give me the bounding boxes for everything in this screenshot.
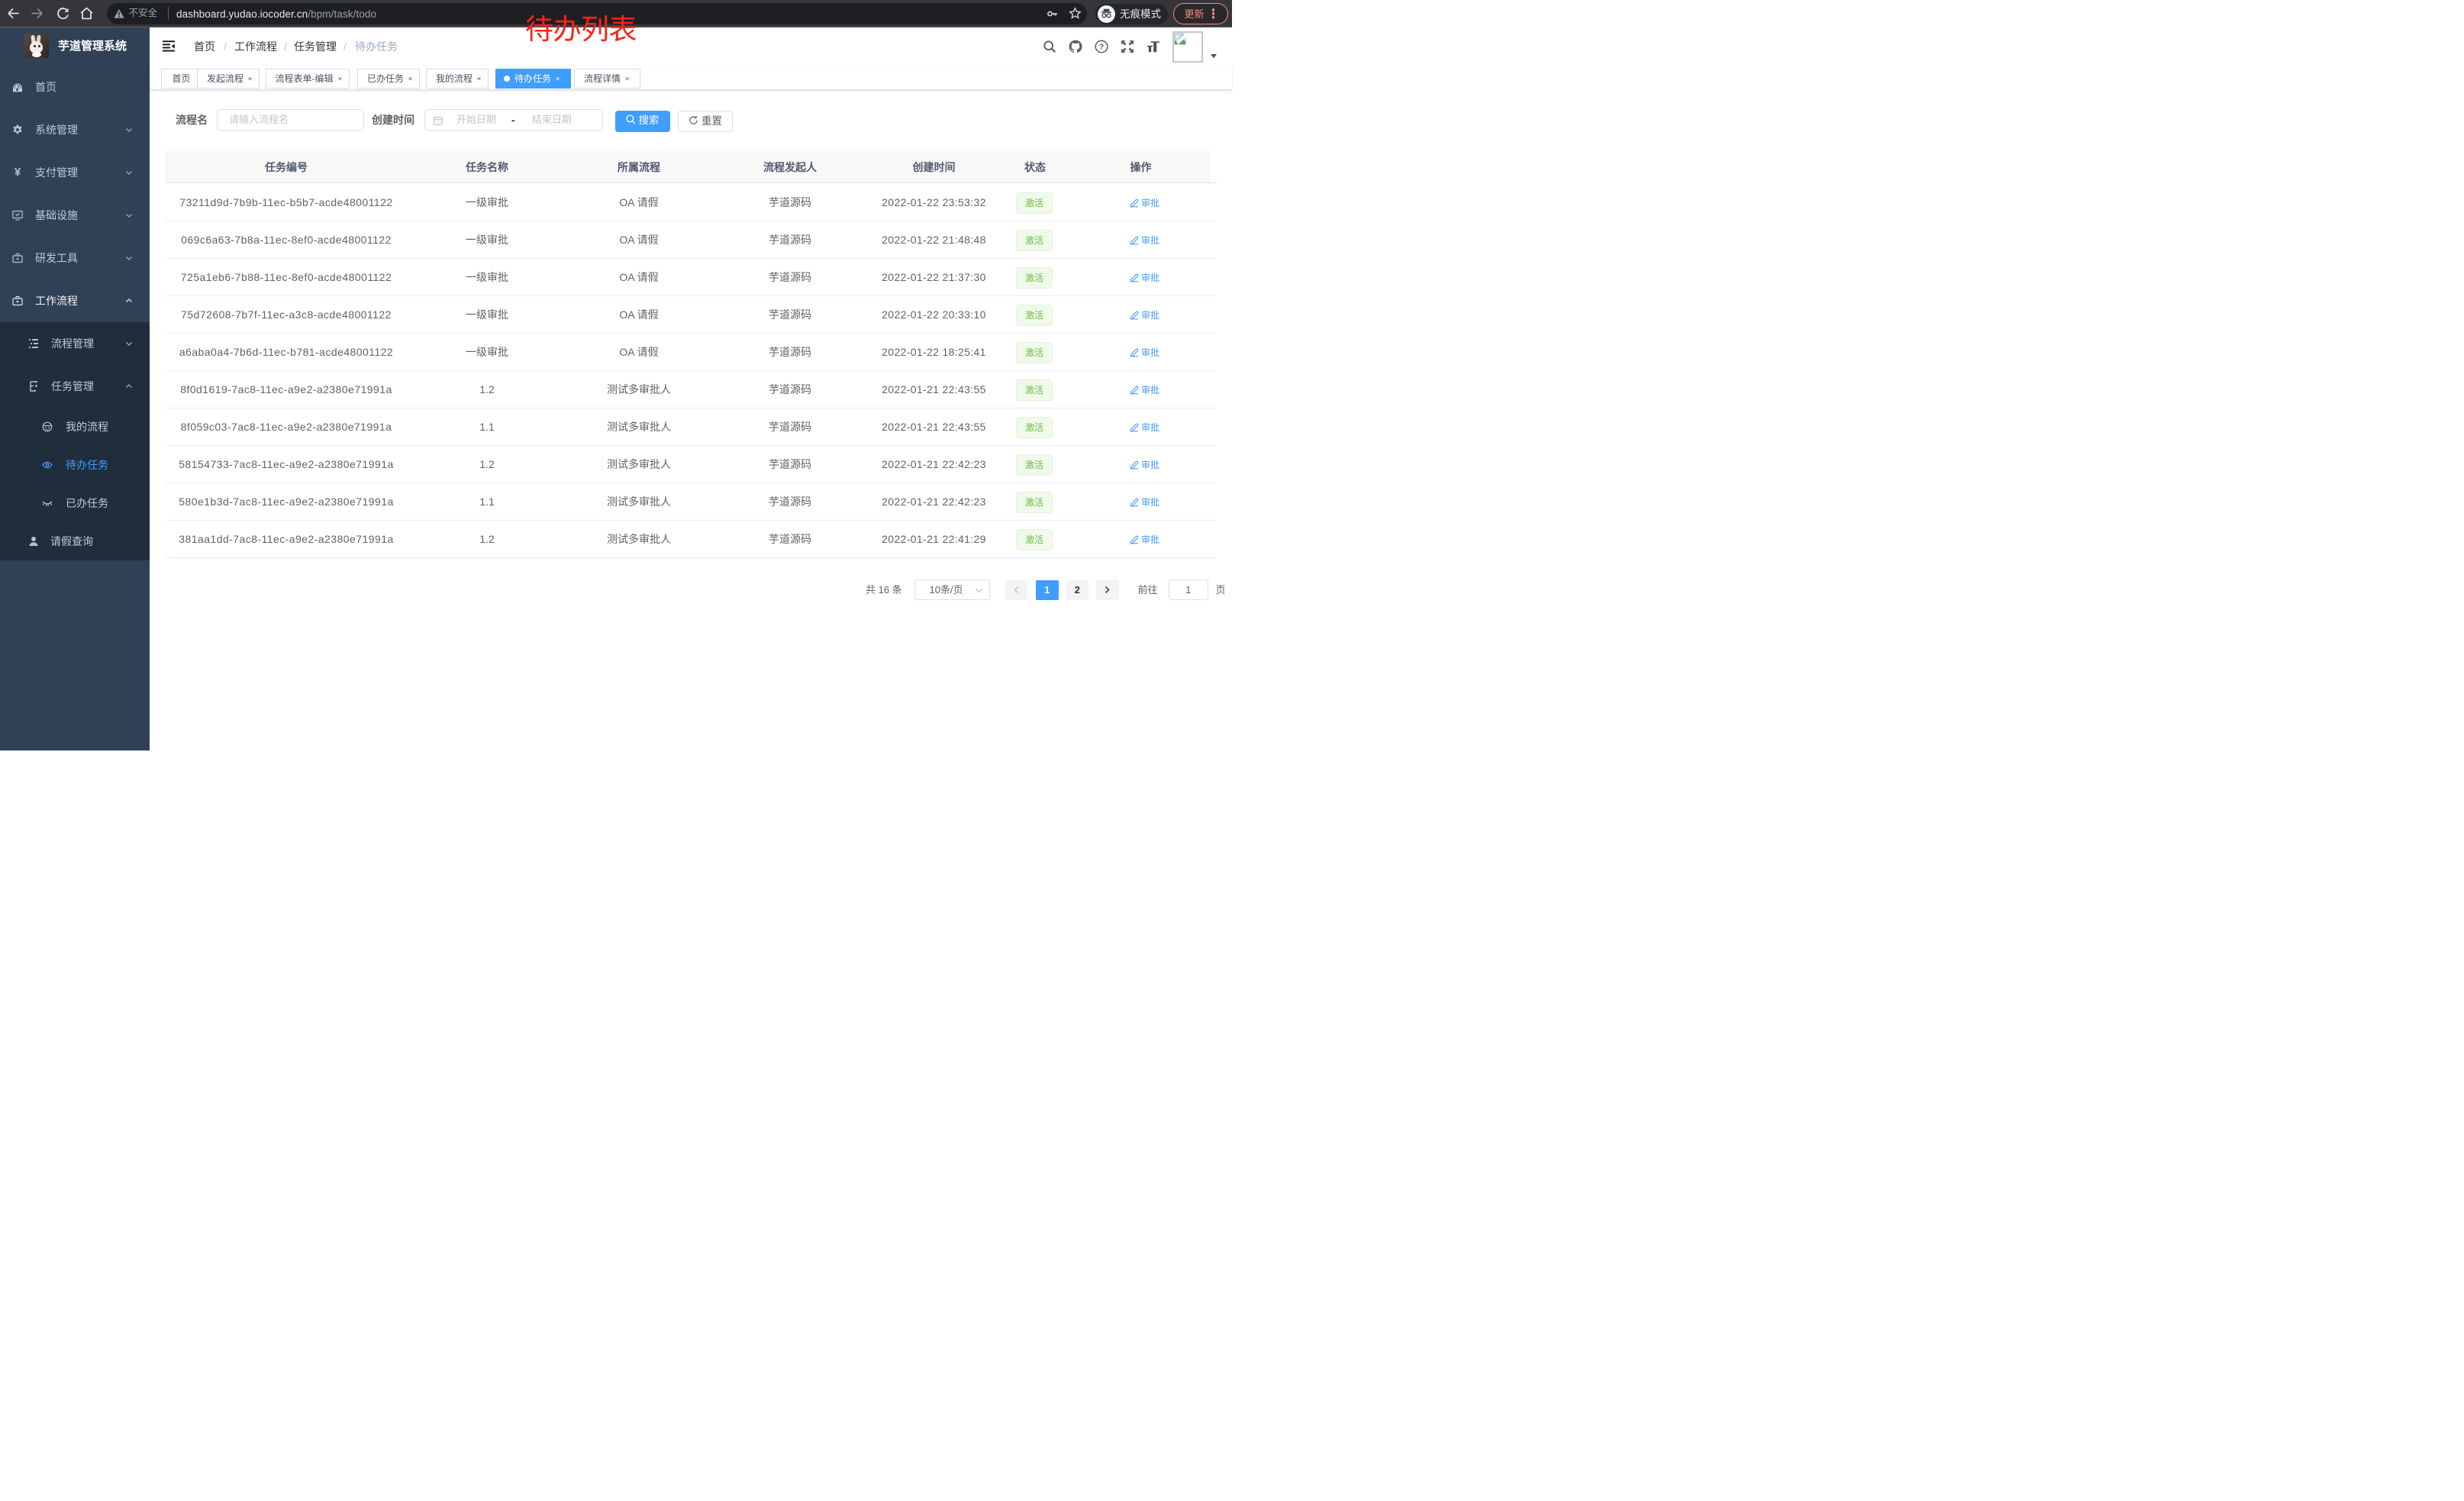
- svg-text:?: ?: [1099, 43, 1104, 52]
